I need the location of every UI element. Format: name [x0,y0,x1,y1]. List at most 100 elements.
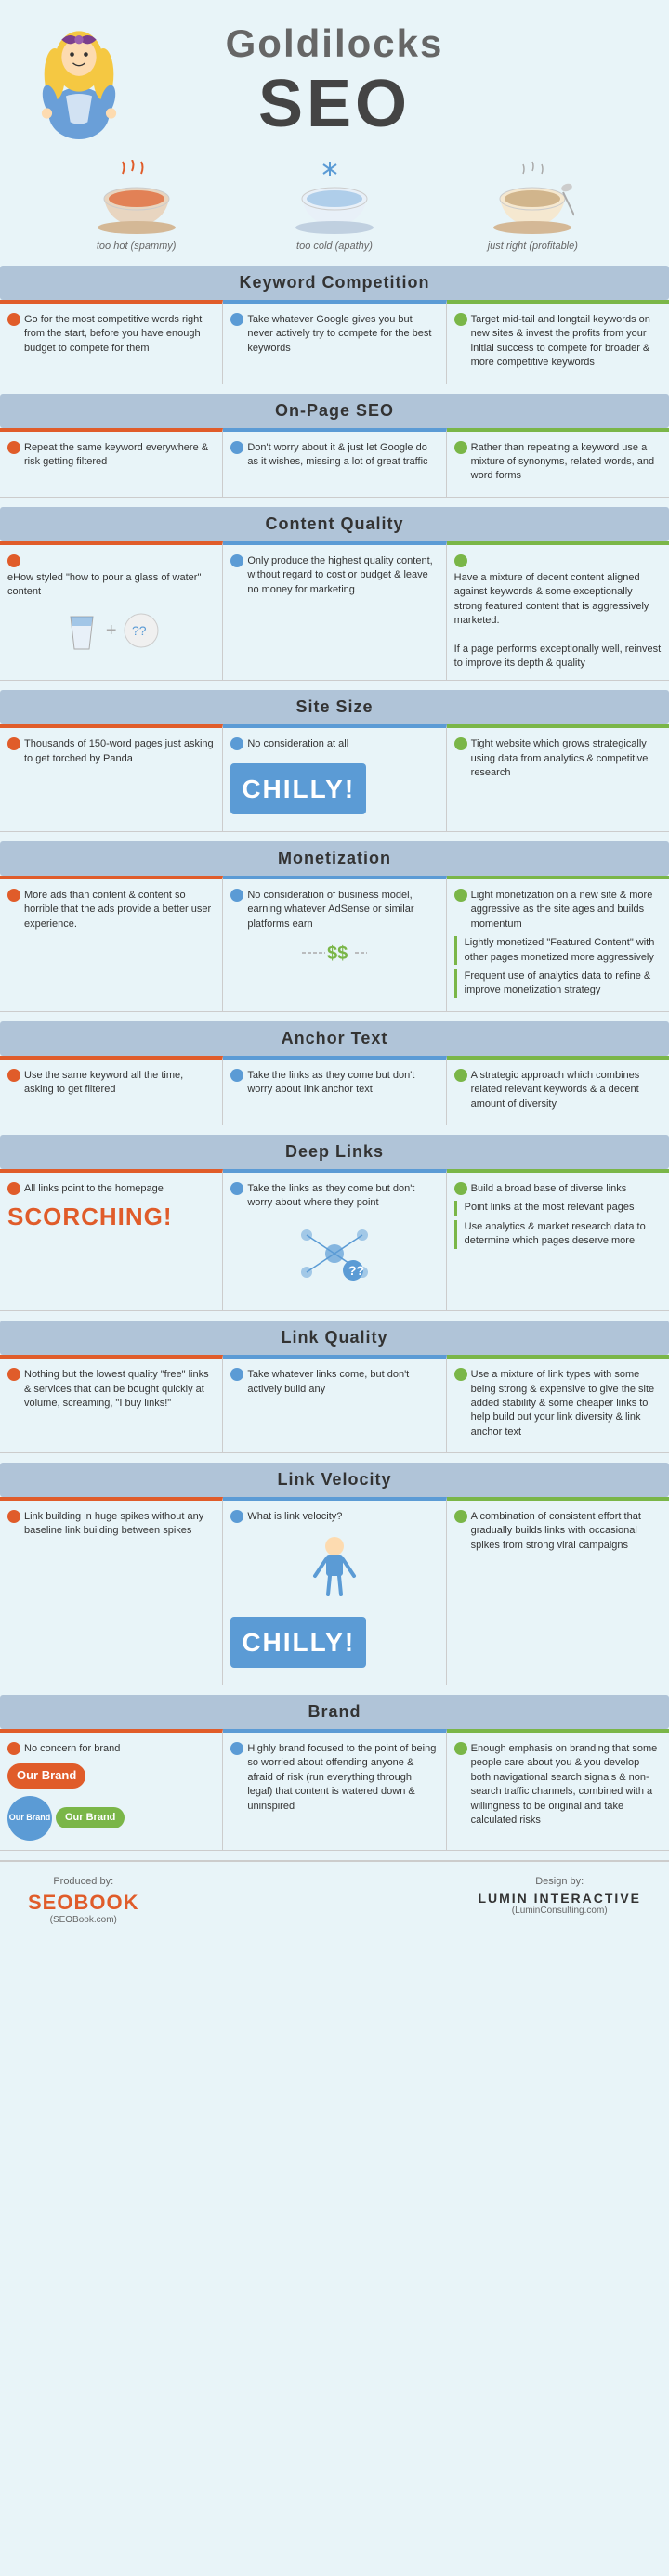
hot-indicator [7,889,20,902]
page-header: Goldilocks SEO [0,0,669,150]
water-cup-icon [63,607,100,654]
our-brand-badge-2: Our Brand [7,1796,52,1841]
onpage-hot-col: Repeat the same keyword everywhere & ris… [0,428,223,497]
link-velocity-cold-col: What is link velocity? CHILLY! [223,1497,446,1685]
link-quality-right-col: Use a mixture of link types with some be… [447,1355,669,1452]
cold-indicator [230,737,243,750]
right-indicator [454,1069,467,1082]
anchor-cold-col: Take the links as they come but don't wo… [223,1056,446,1125]
right-indicator [454,737,467,750]
right-indicator [454,441,467,454]
section-anchor-text: Anchor Text [0,1021,669,1056]
dollar-icon: $$ [297,939,372,967]
link-velocity-content: Link building in huge spikes without any… [0,1497,669,1685]
anchor-right-col: A strategic approach which combines rela… [447,1056,669,1125]
monetization-cold-col: No consideration of business model, earn… [223,876,446,1011]
right-indicator [454,1182,467,1195]
deep-links-right-col: Build a broad base of diverse links Poin… [447,1169,669,1310]
site-size-cold-col: No consideration at all CHILLY! [223,724,446,831]
hot-indicator [7,441,20,454]
anchor-text-content: Use the same keyword all the time, askin… [0,1056,669,1125]
hot-indicator [7,1510,20,1523]
our-brand-badge-3: Our Brand [56,1807,125,1828]
network-icon: ?? [293,1216,376,1291]
cold-indicator [230,1742,243,1755]
right-indicator [454,1510,467,1523]
svg-text:??: ?? [348,1263,364,1278]
hot-bowl: too hot (spammy) [37,160,235,252]
anchor-hot-col: Use the same keyword all the time, askin… [0,1056,223,1125]
chilly-badge: CHILLY! [230,763,366,814]
right-bowl: just right (profitable) [434,160,632,252]
hot-indicator [7,313,20,326]
hot-indicator [7,1368,20,1381]
cold-indicator [230,889,243,902]
right-indicator [454,1368,467,1381]
section-onpage-seo: On-Page SEO [0,394,669,428]
scorching-badge: SCORCHING! [7,1200,215,1233]
link-quality-cold-col: Take whatever links come, but don't acti… [223,1355,446,1452]
cold-indicator [230,1510,243,1523]
footer-produced-by: Produced by: SEOBOOK (SEOBook.com) [28,1876,138,1925]
brand-cold-col: Highly brand focused to the point of bei… [223,1729,446,1850]
section-link-quality: Link Quality [0,1321,669,1355]
monetization-right-col: Light monetization on a new site & more … [447,876,669,1011]
right-indicator [454,889,467,902]
section-monetization: Monetization [0,841,669,876]
network-diagram: ?? [230,1216,438,1295]
brand-right-col: Enough emphasis on branding that some pe… [447,1729,669,1850]
monetization-sub1: Lightly monetized "Featured Content" wit… [454,936,662,965]
onpage-cold-col: Don't worry about it & just let Google d… [223,428,446,497]
monetization-hot-col: More ads than content & content so horri… [0,876,223,1011]
site-size-hot-col: Thousands of 150-word pages just asking … [0,724,223,831]
our-brand-badge-1: Our Brand [7,1763,85,1788]
cold-indicator [230,1069,243,1082]
svg-text:??: ?? [132,623,147,638]
footer: Produced by: SEOBOOK (SEOBook.com) Desig… [0,1860,669,1939]
keyword-cold-col: Take whatever Google gives you but never… [223,300,446,384]
onpage-right-col: Rather than repeating a keyword use a mi… [447,428,669,497]
section-site-size: Site Size [0,690,669,724]
bowls-row: too hot (spammy) too cold (apathy) [0,150,669,256]
cold-bowl: too cold (apathy) [235,160,433,252]
section-keyword-competition: Keyword Competition [0,266,669,300]
hot-indicator [7,1069,20,1082]
goldilocks-icon [28,9,130,139]
monetization-sub2: Frequent use of analytics data to refine… [454,969,662,998]
cold-bowl-icon [293,160,376,234]
site-size-content: Thousands of 150-word pages just asking … [0,724,669,832]
lumin-logo: LUMIN INTERACTIVE [478,1891,641,1906]
link-velocity-right-col: A combination of consistent effort that … [447,1497,669,1685]
mixing-icon: ?? [123,607,160,654]
keyword-hot-col: Go for the most competitive words right … [0,300,223,384]
deep-links-cold-col: Take the links as they come but don't wo… [223,1169,446,1310]
velocity-character-icon [302,1529,367,1604]
link-velocity-hot-col: Link building in huge spikes without any… [0,1497,223,1685]
cold-indicator [230,554,243,567]
section-deep-links: Deep Links [0,1135,669,1169]
content-right-col: Have a mixture of decent content aligned… [447,541,669,681]
onpage-seo-content: Repeat the same keyword everywhere & ris… [0,428,669,498]
seobook-logo: SEOBOOK [28,1891,138,1915]
deep-links-content: All links point to the homepage SCORCHIN… [0,1169,669,1311]
footer-design-by: Design by: LUMIN INTERACTIVE (LuminConsu… [478,1876,641,1925]
deep-links-sub2: Use analytics & market research data to … [454,1220,662,1249]
keyword-right-col: Target mid-tail and longtail keywords on… [447,300,669,384]
deep-links-hot-col: All links point to the homepage SCORCHIN… [0,1169,223,1310]
brand-hot-col: No concern for brand Our Brand Our Brand… [0,1729,223,1850]
right-indicator [454,313,467,326]
right-indicator [454,554,467,567]
svg-text:$$: $$ [327,943,348,964]
hot-bowl-icon [95,160,178,234]
brand-content: No concern for brand Our Brand Our Brand… [0,1729,669,1851]
keyword-competition-content: Go for the most competitive words right … [0,300,669,384]
cold-indicator [230,441,243,454]
hot-indicator [7,1182,20,1195]
hot-indicator [7,1742,20,1755]
section-content-quality: Content Quality [0,507,669,541]
content-hot-col: eHow styled "how to pour a glass of wate… [0,541,223,681]
content-quality-content: eHow styled "how to pour a glass of wate… [0,541,669,682]
deep-links-sub1: Point links at the most relevant pages [454,1201,662,1215]
section-brand: Brand [0,1695,669,1729]
cold-indicator [230,313,243,326]
